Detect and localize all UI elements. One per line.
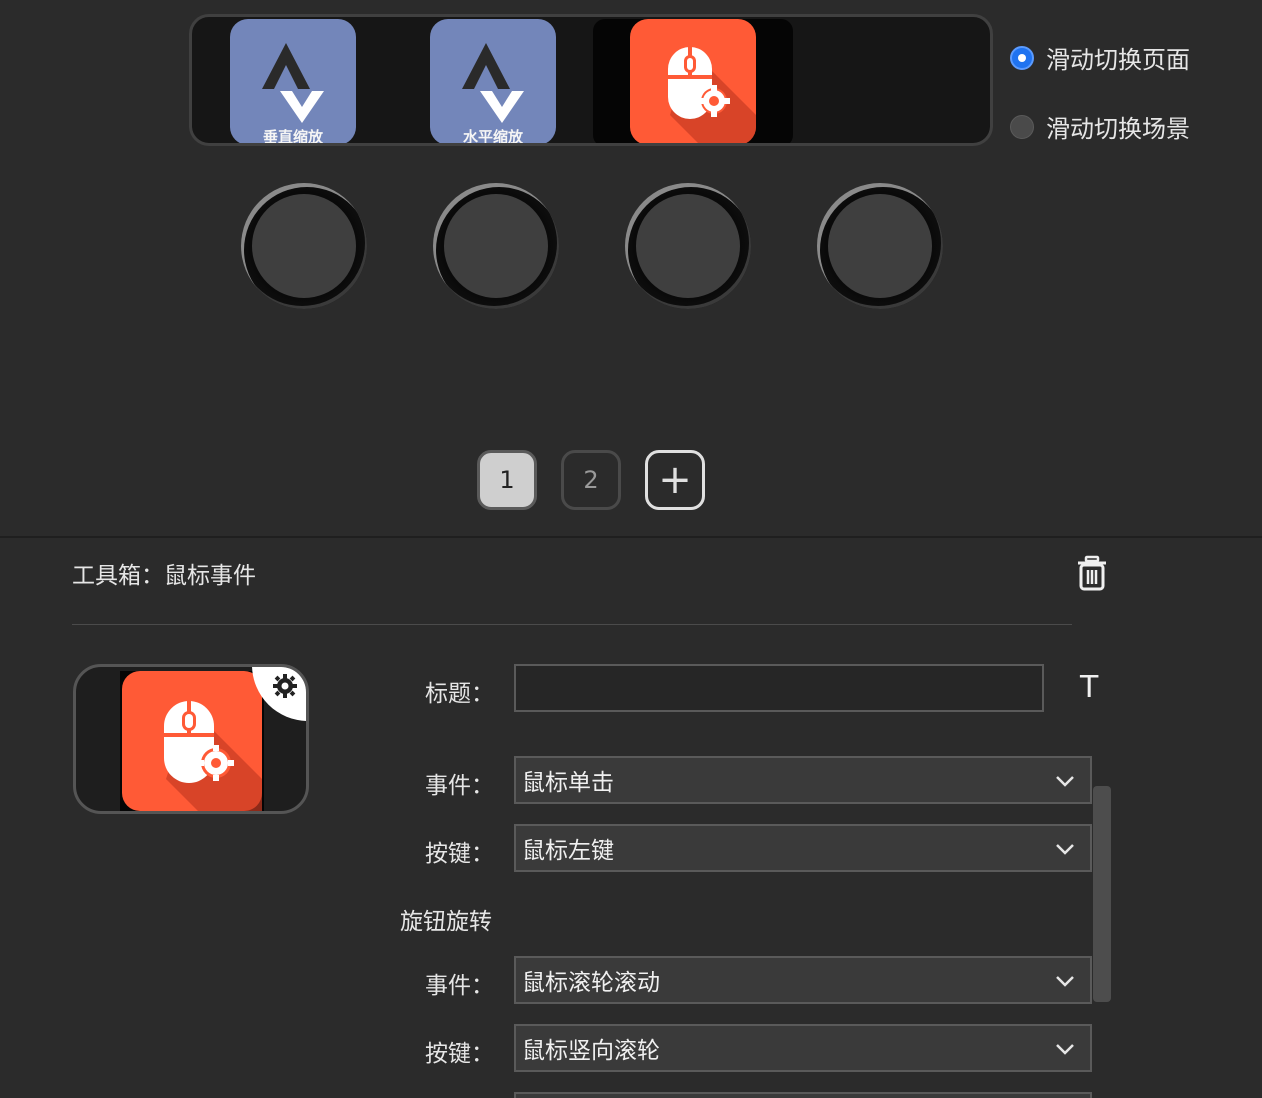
key-slot-1[interactable]: 垂直缩放 xyxy=(229,19,357,145)
radio-unselected-indicator[interactable] xyxy=(1010,114,1034,139)
chevron-down-icon xyxy=(1056,776,1074,787)
app-tile-mouse-event[interactable] xyxy=(630,19,756,143)
radio-swipe-pages[interactable]: 滑动切换页面 xyxy=(1010,40,1190,75)
knob-1[interactable] xyxy=(241,183,367,309)
knob-4[interactable] xyxy=(817,183,943,309)
key-slot-2[interactable]: 水平缩放 xyxy=(429,19,557,145)
app-tile-scale-horizontal[interactable]: 水平缩放 xyxy=(430,19,556,145)
key-slot-3[interactable] xyxy=(593,19,793,143)
chevron-down-icon xyxy=(1056,844,1074,855)
next-select-edge[interactable] xyxy=(514,1092,1092,1098)
toolbox-divider xyxy=(72,624,1072,625)
knob-face xyxy=(636,194,740,298)
title-input[interactable] xyxy=(514,664,1044,712)
gear-icon xyxy=(273,674,297,698)
key-label: 按键： xyxy=(425,841,494,867)
knob-event-select-value: 鼠标滚轮滚动 xyxy=(522,970,660,996)
radio-swipe-scenes[interactable]: 滑动切换场景 xyxy=(1010,109,1190,144)
knob-event-select[interactable]: 鼠标滚轮滚动 xyxy=(514,956,1092,1004)
event-select[interactable]: 鼠标单击 xyxy=(514,756,1092,804)
mouse-settings-icon xyxy=(122,671,262,811)
knob-event-label: 事件： xyxy=(425,973,494,999)
knob-key-select-value: 鼠标竖向滚轮 xyxy=(522,1038,660,1064)
key-select[interactable]: 鼠标左键 xyxy=(514,824,1092,872)
knob-key-label: 按键： xyxy=(425,1041,494,1067)
section-divider xyxy=(0,536,1262,538)
radio-label: 滑动切换场景 xyxy=(1046,115,1190,143)
knob-key-select[interactable]: 鼠标竖向滚轮 xyxy=(514,1024,1092,1072)
knob-face xyxy=(444,194,548,298)
knob-section-title: 旋钮旋转 xyxy=(400,909,492,935)
key-select-value: 鼠标左键 xyxy=(522,838,614,864)
key-preview xyxy=(73,664,309,814)
key-caption: 水平缩放 xyxy=(462,128,523,145)
chevron-down-icon xyxy=(1056,976,1074,987)
knob-3[interactable] xyxy=(625,183,751,309)
add-page-button[interactable]: + xyxy=(645,450,705,510)
radio-selected-indicator[interactable] xyxy=(1010,45,1034,70)
page-button-2[interactable]: 2 xyxy=(561,450,621,510)
app-tile-scale-vertical[interactable]: 垂直缩放 xyxy=(230,19,356,145)
page-button-1[interactable]: 1 xyxy=(477,450,537,510)
radio-label: 滑动切换页面 xyxy=(1046,46,1190,74)
title-label: 标题： xyxy=(425,681,494,707)
trash-icon[interactable] xyxy=(1076,555,1108,591)
toolbox-title: 工具箱：鼠标事件 xyxy=(72,563,256,589)
knob-face xyxy=(828,194,932,298)
event-label: 事件： xyxy=(425,773,494,799)
key-strip: 垂直缩放 水平缩放 xyxy=(189,14,993,146)
chevron-down-icon xyxy=(1056,1044,1074,1055)
text-style-icon[interactable]: T xyxy=(1080,670,1098,705)
swipe-mode-group: 滑动切换页面 滑动切换场景 xyxy=(1010,40,1190,144)
knob-face xyxy=(252,194,356,298)
knob-2[interactable] xyxy=(433,183,559,309)
mouse-settings-icon xyxy=(668,47,756,143)
form-scrollbar[interactable] xyxy=(1093,786,1111,1002)
event-select-value: 鼠标单击 xyxy=(522,770,614,796)
key-caption: 垂直缩放 xyxy=(262,128,323,145)
